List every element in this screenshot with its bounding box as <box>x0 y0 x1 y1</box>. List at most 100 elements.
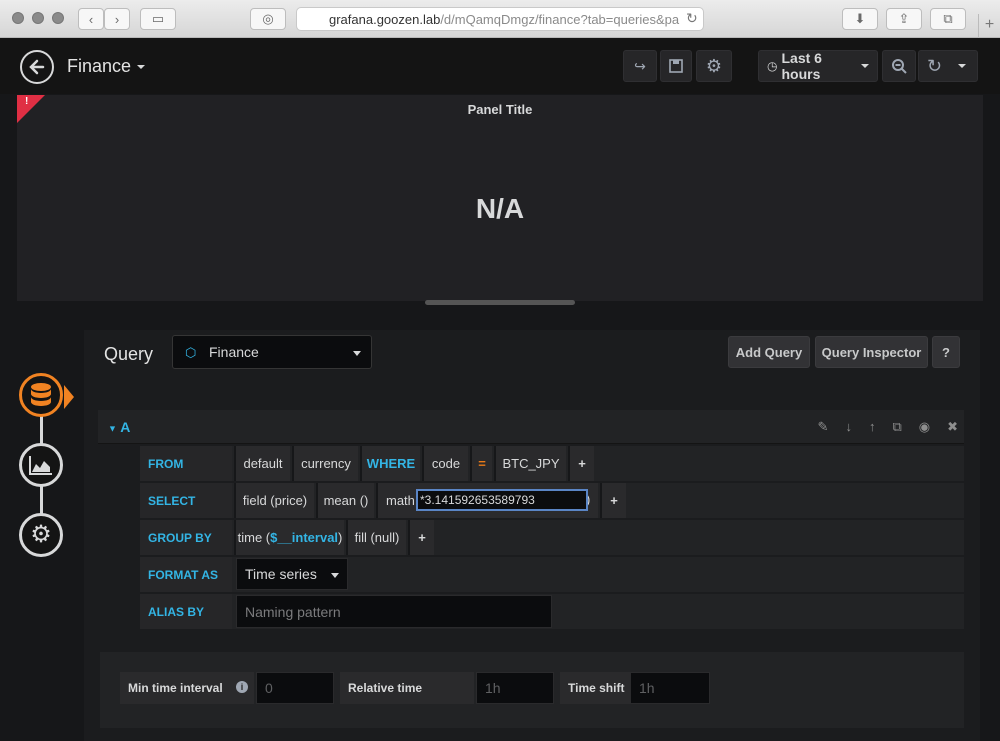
share-icon: ↪ <box>634 57 646 74</box>
add-query-button[interactable]: Add Query <box>728 336 810 368</box>
reload-icon[interactable]: ↻ <box>686 10 698 27</box>
math-expression-input[interactable]: *3.141592653589793 <box>416 489 588 511</box>
time-range-label: Last 6 hours <box>781 50 822 82</box>
query-heading: Query <box>104 344 154 364</box>
url-bar[interactable]: grafana.goozen.lab/d/mQamqDmgz/finance?t… <box>296 7 704 31</box>
time-shift-label: Time shift <box>560 672 630 704</box>
share-dashboard-button[interactable]: ↪ <box>623 50 657 82</box>
clock-icon: ◷ <box>767 59 778 73</box>
panel-resize-handle[interactable] <box>425 300 575 305</box>
query-inspector-button[interactable]: Query Inspector <box>815 336 928 368</box>
info-icon[interactable]: i <box>236 681 248 693</box>
share-button[interactable]: ⇪ <box>886 8 922 30</box>
refresh-interval-caret-icon[interactable] <box>958 64 967 68</box>
tag-key-segment[interactable]: code <box>422 446 468 481</box>
panel-title[interactable]: Panel Title <box>17 102 983 117</box>
time-picker-button[interactable]: ◷ Last 6 hours <box>758 50 878 82</box>
format-as-value: Time series <box>245 566 317 582</box>
general-step-button[interactable]: ⚙ <box>19 513 63 557</box>
tag-value-segment[interactable]: BTC_JPY <box>494 446 566 481</box>
area-chart-icon <box>29 456 52 475</box>
back-nav-button[interactable]: ‹ <box>78 8 104 30</box>
operator-segment[interactable]: = <box>470 446 492 481</box>
pencil-icon[interactable]: ✎ <box>818 419 829 435</box>
back-to-dashboard-button[interactable] <box>20 50 54 84</box>
new-tab-button[interactable]: + <box>978 14 1000 38</box>
caret-down-icon <box>353 351 361 356</box>
visualization-step-button[interactable] <box>19 443 63 487</box>
arrow-left-icon <box>29 59 45 75</box>
query-ref-id: A <box>120 419 131 435</box>
caret-down-icon <box>331 573 339 578</box>
share-icon: ⇪ <box>898 11 910 26</box>
from-keyword: FROM <box>140 446 232 481</box>
fill-segment[interactable]: fill (null) <box>346 520 406 555</box>
relative-time-input[interactable]: 1h <box>476 672 554 704</box>
arrow-up-icon[interactable]: ↑ <box>869 419 876 435</box>
time-interval-variable[interactable]: $__interval <box>270 530 338 545</box>
arrow-down-icon[interactable]: ↓ <box>845 419 852 435</box>
close-window-button[interactable] <box>12 12 24 24</box>
refresh-button[interactable]: ↻ <box>918 50 978 82</box>
tabs-icon: ⧉ <box>943 11 953 26</box>
chevron-right-icon: › <box>114 11 120 27</box>
refresh-icon: ↻ <box>927 55 943 76</box>
query-row-tools: ✎ ↓ ↑ ⧉ ◉ ✖ <box>818 419 958 435</box>
copy-icon[interactable]: ⧉ <box>892 419 901 435</box>
retention-policy-segment[interactable]: default <box>234 446 290 481</box>
query-row-toggle[interactable]: ▼ A <box>108 419 130 435</box>
relative-time-label: Relative time <box>340 672 474 704</box>
step-connector <box>40 415 43 445</box>
min-time-interval-text: Min time interval <box>128 681 223 695</box>
add-group-by-button[interactable]: + <box>408 520 434 555</box>
globe-icon: ◎ <box>262 11 274 26</box>
influxdb-icon: ⬡ <box>185 345 197 360</box>
trash-icon[interactable]: ✖ <box>947 419 958 435</box>
eye-icon[interactable]: ◉ <box>919 419 930 435</box>
help-button[interactable]: ? <box>932 336 960 368</box>
add-where-button[interactable]: + <box>568 446 594 481</box>
min-time-interval-input[interactable]: 0 <box>256 672 334 704</box>
active-step-arrow <box>64 385 74 409</box>
queries-step-button[interactable] <box>19 373 63 417</box>
grafana-navbar: Finance ↪ ⚙ ◷ Last 6 hours ↻ <box>0 38 1000 94</box>
save-dashboard-button[interactable] <box>660 50 692 82</box>
chevron-left-icon: ‹ <box>88 11 94 27</box>
format-as-select[interactable]: Time series <box>236 558 348 590</box>
url-path: /d/mQamqDmgz/finance?tab=queries&pa <box>440 11 680 27</box>
downloads-button[interactable]: ⬇ <box>842 8 878 30</box>
panel: ! Panel Title N/A <box>17 95 983 305</box>
caret-down-icon <box>861 64 869 68</box>
save-icon <box>669 59 683 73</box>
dashboard-title[interactable]: Finance <box>67 56 146 77</box>
caret-down-icon: ▼ <box>108 423 117 434</box>
mean-segment[interactable]: mean () <box>316 483 374 518</box>
url-host: grafana.goozen.lab <box>329 11 441 27</box>
select-keyword: SELECT <box>140 483 232 518</box>
time-shift-input[interactable]: 1h <box>630 672 710 704</box>
download-icon: ⬇ <box>854 11 866 26</box>
site-settings-button[interactable]: ◎ <box>250 8 286 30</box>
tabs-button[interactable]: ⧉ <box>930 8 966 30</box>
time-prefix: time ( <box>237 530 271 545</box>
add-select-button[interactable]: + <box>600 483 626 518</box>
time-interval-segment[interactable]: time ($__interval) <box>234 520 344 555</box>
zoom-out-button[interactable] <box>882 50 916 82</box>
format-as-keyword: FORMAT AS <box>140 557 232 592</box>
field-segment[interactable]: field (price) <box>234 483 314 518</box>
forward-nav-button[interactable]: › <box>104 8 130 30</box>
browser-toolbar: ‹ › ▭ ◎ grafana.goozen.lab/d/mQamqDmgz/f… <box>0 0 1000 38</box>
caret-down-icon <box>137 65 146 70</box>
math-prefix: math <box>386 493 415 508</box>
time-suffix: ) <box>338 530 343 545</box>
gear-icon: ⚙ <box>705 55 723 76</box>
datasource-select[interactable]: ⬡ Finance <box>172 335 372 369</box>
alias-by-input[interactable]: Naming pattern <box>236 595 552 628</box>
minimize-window-button[interactable] <box>32 12 44 24</box>
sidebar-toggle-button[interactable]: ▭ <box>140 8 176 30</box>
measurement-segment[interactable]: currency <box>292 446 358 481</box>
sidebar-icon: ▭ <box>151 11 165 26</box>
step-connector <box>40 485 43 515</box>
settings-button[interactable]: ⚙ <box>696 50 732 82</box>
zoom-window-button[interactable] <box>52 12 64 24</box>
